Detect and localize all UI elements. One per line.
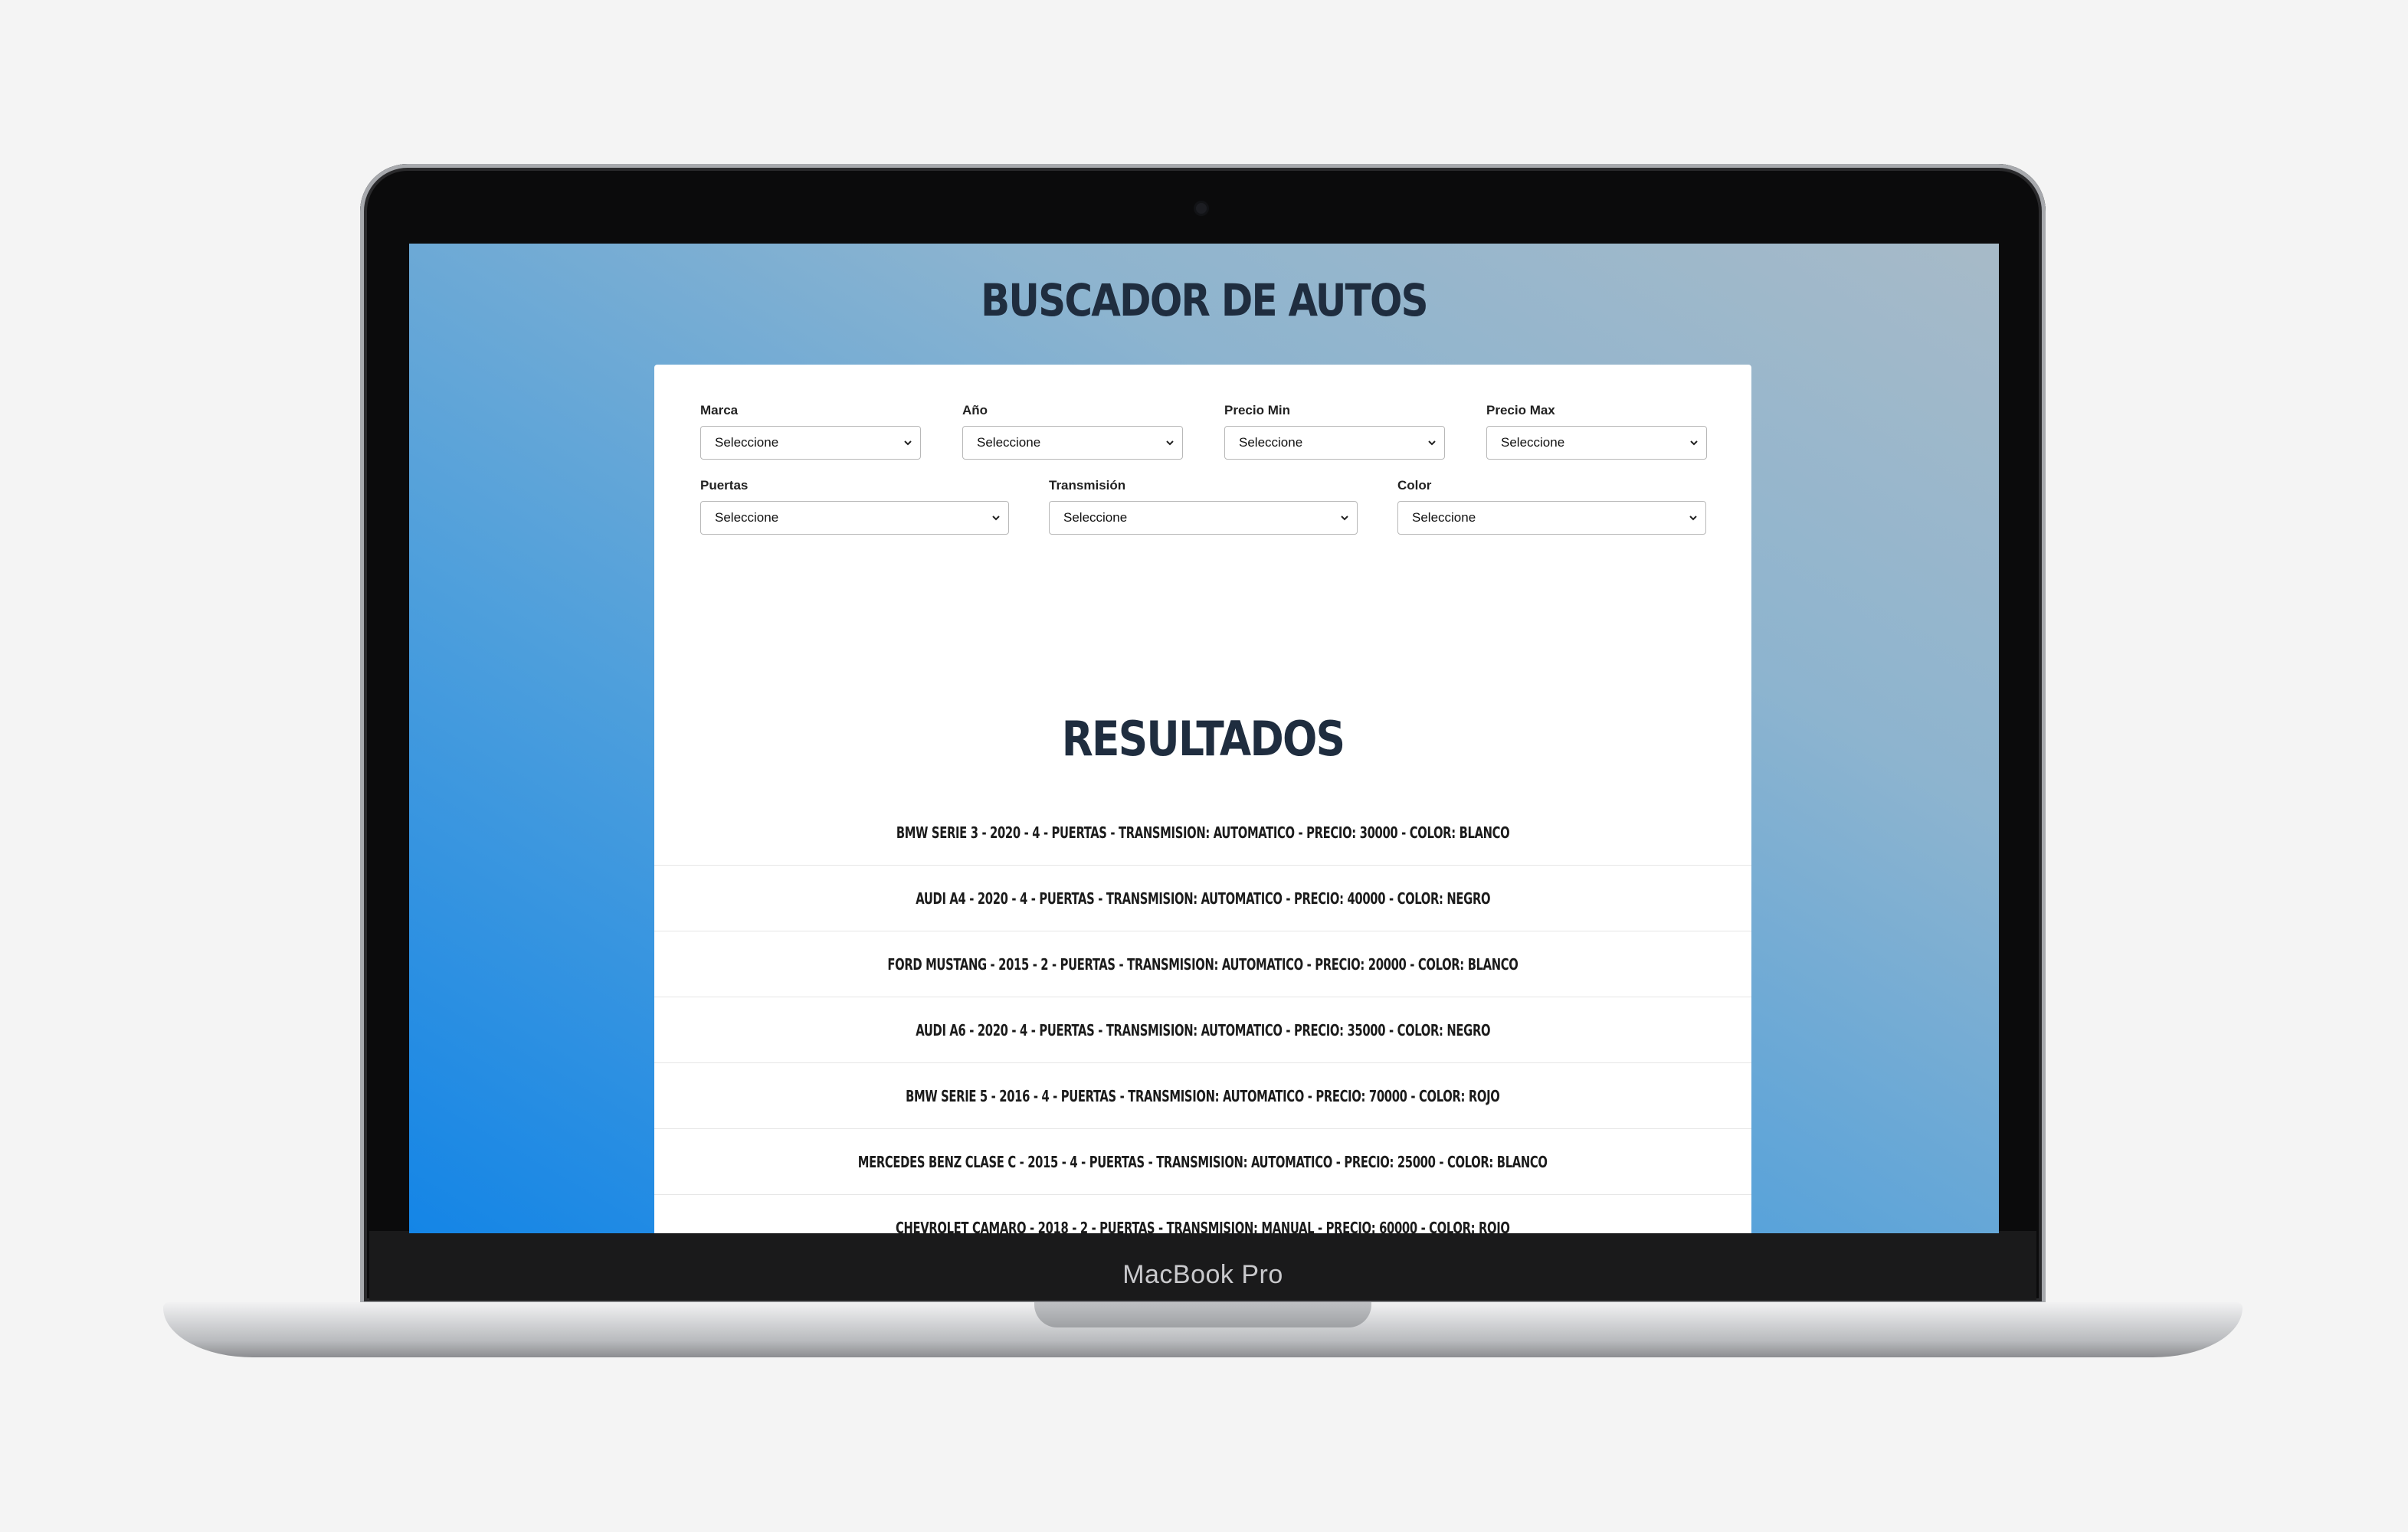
result-text: Audi A4 - 2020 - 4 - Puertas - Transmisi…: [916, 889, 1490, 908]
chevron-down-icon: [1689, 516, 1697, 521]
select-value: Seleccione: [1412, 510, 1476, 525]
puertas-select[interactable]: Seleccione: [700, 501, 1009, 535]
color-select[interactable]: Seleccione: [1397, 501, 1706, 535]
filter-color: Color Seleccione: [1397, 478, 1706, 535]
chevron-down-icon: [904, 440, 912, 446]
filter-anio: Año Seleccione: [962, 403, 1183, 460]
screen: BUSCADOR DE AUTOS Marca Seleccione Año S…: [409, 244, 1999, 1233]
filter-label: Color: [1397, 478, 1432, 493]
list-item: BMW Serie 5 - 2016 - 4 - Puertas - Trans…: [654, 1063, 1751, 1129]
precio-min-select[interactable]: Seleccione: [1224, 426, 1445, 460]
chevron-down-icon: [1428, 440, 1436, 446]
filter-precio-max: Precio Max Seleccione: [1486, 403, 1707, 460]
results-heading: RESULTADOS: [1061, 711, 1345, 767]
filter-precio-min: Precio Min Seleccione: [1224, 403, 1445, 460]
camera-icon: [1196, 203, 1207, 214]
filter-label: Transmisión: [1049, 478, 1126, 493]
list-item: Audi A4 - 2020 - 4 - Puertas - Transmisi…: [654, 866, 1751, 931]
list-item: Mercedes Benz Clase C - 2015 - 4 - Puert…: [654, 1129, 1751, 1195]
select-value: Seleccione: [1063, 510, 1128, 525]
select-value: Seleccione: [715, 435, 779, 450]
filter-label: Precio Min: [1224, 403, 1290, 417]
results-list: BMW Serie 3 - 2020 - 4 - Puertas - Trans…: [654, 800, 1751, 1233]
select-value: Seleccione: [715, 510, 779, 525]
chevron-down-icon: [1166, 440, 1174, 446]
chevron-down-icon: [1690, 440, 1698, 446]
select-value: Seleccione: [977, 435, 1041, 450]
page-title: BUSCADOR DE AUTOS: [981, 274, 1428, 326]
result-text: Audi A6 - 2020 - 4 - Puertas - Transmisi…: [916, 1020, 1490, 1039]
filter-label: Puertas: [700, 478, 749, 493]
result-text: Ford Mustang - 2015 - 2 - Puertas - Tran…: [887, 954, 1519, 974]
list-item: BMW Serie 3 - 2020 - 4 - Puertas - Trans…: [654, 800, 1751, 866]
filter-row-1: Marca Seleccione Año Seleccione Precio M…: [700, 403, 1707, 460]
list-item: Chevrolet Camaro - 2018 - 2 - Puertas - …: [654, 1195, 1751, 1234]
result-text: BMW Serie 5 - 2016 - 4 - Puertas - Trans…: [906, 1086, 1500, 1105]
filter-puertas: Puertas Seleccione: [700, 478, 1009, 535]
marca-select[interactable]: Seleccione: [700, 426, 921, 460]
filter-marca: Marca Seleccione: [700, 403, 921, 460]
search-panel: Marca Seleccione Año Seleccione Precio M…: [654, 365, 1751, 1233]
list-item: Ford Mustang - 2015 - 2 - Puertas - Tran…: [654, 931, 1751, 997]
result-text: BMW Serie 3 - 2020 - 4 - Puertas - Trans…: [896, 823, 1510, 842]
precio-max-select[interactable]: Seleccione: [1486, 426, 1707, 460]
select-value: Seleccione: [1239, 435, 1303, 450]
chevron-down-icon: [992, 516, 1000, 521]
filter-transmision: Transmisión Seleccione: [1049, 478, 1358, 535]
filter-row-2: Puertas Seleccione Transmisión Seleccion…: [700, 478, 1706, 535]
list-item: Audi A6 - 2020 - 4 - Puertas - Transmisi…: [654, 997, 1751, 1063]
result-text: Mercedes Benz Clase C - 2015 - 4 - Puert…: [858, 1152, 1548, 1171]
filter-label: Precio Max: [1486, 403, 1555, 417]
anio-select[interactable]: Seleccione: [962, 426, 1183, 460]
device-brand-label: MacBook Pro: [1122, 1260, 1283, 1289]
result-text: Chevrolet Camaro - 2018 - 2 - Puertas - …: [896, 1218, 1510, 1234]
chevron-down-icon: [1341, 516, 1348, 521]
filter-label: Año: [962, 403, 988, 417]
filter-label: Marca: [700, 403, 739, 417]
transmision-select[interactable]: Seleccione: [1049, 501, 1358, 535]
select-value: Seleccione: [1501, 435, 1565, 450]
laptop-notch: [1034, 1302, 1371, 1327]
